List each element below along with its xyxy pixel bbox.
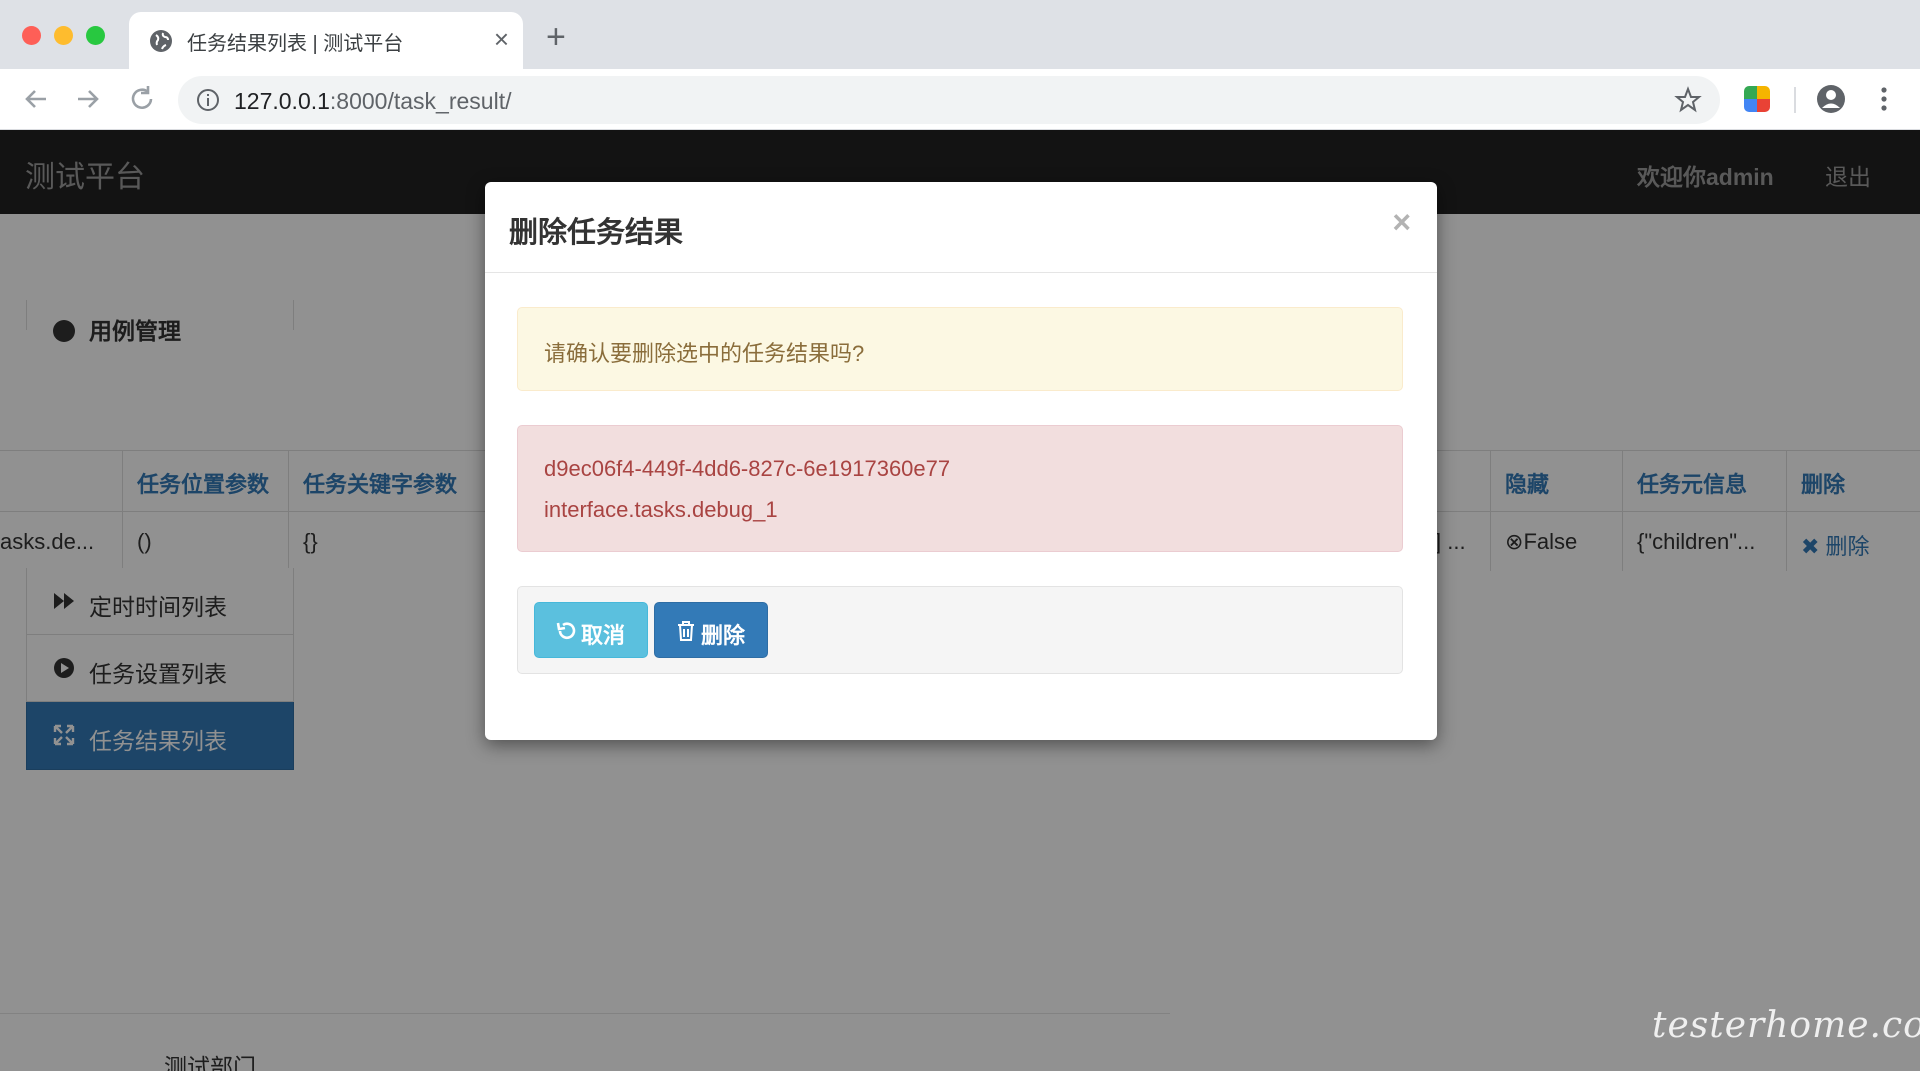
browser-tab[interactable]: 任务结果列表 | 测试平台 × <box>129 12 523 69</box>
browser-toolbar: 127.0.0.1:8000/task_result/ <box>0 69 1920 130</box>
back-arrow-icon[interactable] <box>20 83 52 115</box>
window-minimize-button[interactable] <box>54 26 73 45</box>
address-bar[interactable]: 127.0.0.1:8000/task_result/ <box>178 76 1720 124</box>
account-icon[interactable] <box>1815 83 1847 115</box>
url-text: 127.0.0.1:8000/task_result/ <box>234 88 512 114</box>
tab-title: 任务结果列表 | 测试平台 <box>187 33 404 55</box>
cancel-button[interactable]: 取消 <box>534 602 648 658</box>
new-tab-button[interactable]: + <box>546 20 566 54</box>
delete-button[interactable]: 删除 <box>654 602 768 658</box>
page-content: 测试平台 欢迎你admin 退出 用例管理 任务位置参数 任务关键字参数 隐藏 … <box>0 130 1920 1071</box>
tab-close-icon[interactable]: × <box>494 24 509 54</box>
kebab-menu-icon[interactable] <box>1872 83 1896 115</box>
forward-arrow-icon[interactable] <box>72 83 104 115</box>
site-info-icon[interactable] <box>196 88 220 112</box>
modal-header: 删除任务结果 × <box>485 182 1437 273</box>
modal-actions: 取消 删除 <box>517 586 1403 674</box>
modal-close-icon[interactable]: × <box>1392 206 1411 238</box>
browser-tab-bar: 任务结果列表 | 测试平台 × + <box>0 0 1920 69</box>
bookmark-star-icon[interactable] <box>1674 86 1702 114</box>
reload-icon[interactable] <box>126 83 158 115</box>
window-close-button[interactable] <box>22 26 41 45</box>
toolbar-divider <box>1794 87 1796 113</box>
selected-task-name: interface.tasks.debug_1 <box>544 497 778 522</box>
selected-task-id: d9ec06f4-449f-4dd6-827c-6e1917360e77 <box>544 456 951 481</box>
selected-items-list: d9ec06f4-449f-4dd6-827c-6e1917360e77 int… <box>517 425 1403 552</box>
extension-icon[interactable] <box>1744 86 1770 112</box>
watermark: testerhome.com <box>1652 1005 1920 1046</box>
trash-icon <box>678 621 694 641</box>
window-zoom-button[interactable] <box>86 26 105 45</box>
confirm-warning: 请确认要删除选中的任务结果吗? <box>517 307 1403 391</box>
delete-task-result-modal: 删除任务结果 × 请确认要删除选中的任务结果吗? d9ec06f4-449f-4… <box>485 182 1437 740</box>
modal-title: 删除任务结果 <box>509 217 684 249</box>
globe-icon <box>150 30 172 52</box>
undo-icon <box>556 622 576 640</box>
